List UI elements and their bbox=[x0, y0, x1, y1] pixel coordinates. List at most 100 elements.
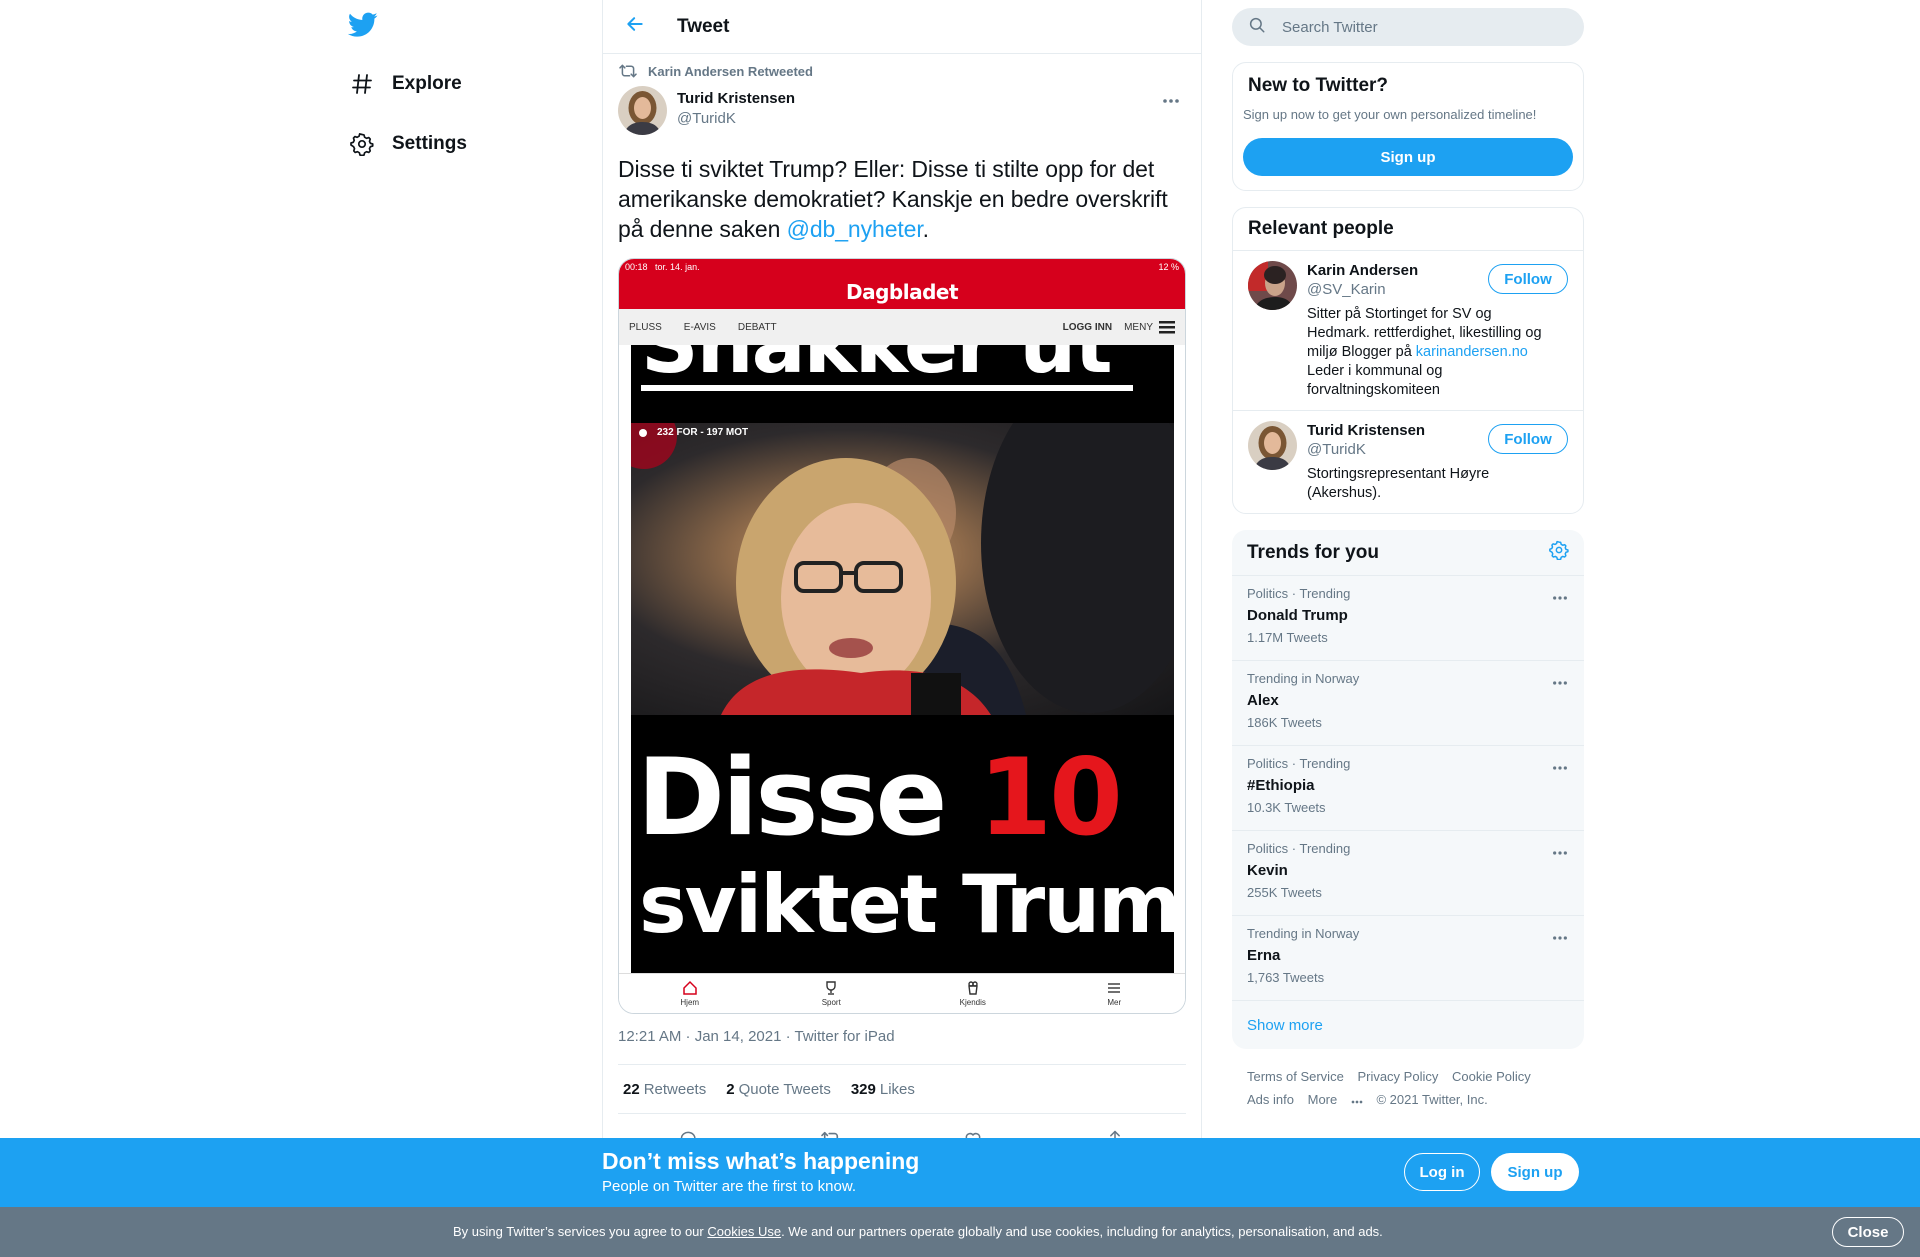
person-bio-link[interactable]: karinandersen.no bbox=[1416, 344, 1528, 360]
image-headline-sub: sviktet Trump bbox=[639, 858, 1174, 951]
retweet-icon bbox=[618, 63, 638, 79]
image-menu-item: DEBATT bbox=[737, 321, 777, 333]
search-icon bbox=[1248, 16, 1266, 39]
person-bio: Stortingsrepresentant Høyre (Akershus). bbox=[1307, 466, 1490, 501]
image-menu-label: MENY bbox=[1124, 321, 1153, 333]
image-article: Snakker ut bbox=[631, 345, 1174, 975]
show-more-link[interactable]: Show more bbox=[1232, 1001, 1584, 1049]
image-tab-label: Hjem bbox=[680, 998, 700, 1007]
likes-stat[interactable]: 329 Likes bbox=[851, 1081, 915, 1098]
image-headline-top: Snakker ut bbox=[641, 345, 1113, 385]
nav-explore[interactable]: Explore bbox=[348, 64, 462, 104]
trend-item[interactable]: Politics · Trending #Ethiopia 10.3K Twee… bbox=[1232, 746, 1584, 831]
person-item[interactable]: Karin Andersen @SV_Karin Sitter på Stort… bbox=[1233, 251, 1583, 411]
more-icon bbox=[1162, 91, 1180, 109]
tweet-source: Twitter for iPad bbox=[794, 1028, 895, 1045]
author-handle[interactable]: @TuridK bbox=[677, 109, 795, 129]
image-tab-label: Mer bbox=[1107, 998, 1122, 1007]
hamburger-icon bbox=[1159, 321, 1175, 334]
relevant-people-title: Relevant people bbox=[1233, 208, 1583, 251]
trend-count: 255K Tweets bbox=[1247, 885, 1322, 900]
trend-item[interactable]: Trending in Norway Alex 186K Tweets bbox=[1232, 661, 1584, 746]
trend-context: Politics · Trending bbox=[1247, 841, 1351, 856]
trends-header: Trends for you bbox=[1232, 530, 1584, 576]
new-to-twitter-card: New to Twitter? Sign up now to get your … bbox=[1232, 62, 1584, 191]
more-icon[interactable] bbox=[1552, 588, 1568, 606]
back-button[interactable] bbox=[615, 7, 655, 47]
retweets-stat[interactable]: 22 Retweets bbox=[623, 1081, 706, 1098]
promo-subtitle: People on Twitter are the first to know. bbox=[602, 1178, 857, 1195]
popcorn-icon bbox=[967, 981, 978, 995]
trend-context: Trending in Norway bbox=[1247, 671, 1360, 686]
trends-settings-gear-icon[interactable] bbox=[1549, 540, 1569, 565]
mention-link[interactable]: @db_nyheter bbox=[787, 216, 923, 242]
trend-name: #Ethiopia bbox=[1247, 777, 1315, 794]
search-box[interactable] bbox=[1232, 8, 1584, 46]
trend-count: 186K Tweets bbox=[1247, 715, 1322, 730]
more-icon[interactable] bbox=[1552, 843, 1568, 861]
privacy-link[interactable]: Privacy Policy bbox=[1357, 1069, 1438, 1084]
trend-count: 1.17M Tweets bbox=[1247, 630, 1328, 645]
twitter-logo-icon[interactable] bbox=[347, 12, 378, 42]
ads-info-link[interactable]: Ads info bbox=[1247, 1092, 1294, 1107]
promo-title: Don’t miss what’s happening bbox=[602, 1148, 920, 1174]
gear-icon bbox=[348, 130, 376, 158]
close-cookie-button[interactable]: Close bbox=[1832, 1217, 1904, 1247]
quotes-count: 2 bbox=[726, 1080, 735, 1098]
image-headline-underline bbox=[641, 385, 1133, 391]
terms-link[interactable]: Terms of Service bbox=[1247, 1069, 1344, 1084]
more-link[interactable]: More bbox=[1308, 1092, 1363, 1107]
tweet-text-end: . bbox=[922, 216, 929, 242]
person-item[interactable]: Turid Kristensen @TuridK Stortingsrepres… bbox=[1233, 411, 1583, 513]
more-icon[interactable] bbox=[1552, 673, 1568, 691]
trend-context: Trending in Norway bbox=[1247, 926, 1360, 941]
image-vote-badge: 232 FOR - 197 MOT bbox=[639, 427, 748, 438]
avatar[interactable] bbox=[1248, 261, 1297, 310]
trend-item[interactable]: Trending in Norway Erna 1,763 Tweets bbox=[1232, 916, 1584, 1001]
more-icon[interactable] bbox=[1552, 928, 1568, 946]
follow-button[interactable]: Follow bbox=[1488, 264, 1568, 294]
trend-item[interactable]: Politics · Trending Donald Trump 1.17M T… bbox=[1232, 576, 1584, 661]
nav-settings[interactable]: Settings bbox=[348, 124, 467, 164]
cookie-link[interactable]: Cookie Policy bbox=[1452, 1069, 1531, 1084]
cookie-text-after: . We and our partners operate globally a… bbox=[781, 1224, 1383, 1239]
tweet: Karin Andersen Retweeted Turid Kristense… bbox=[603, 56, 1201, 1164]
trend-name: Kevin bbox=[1247, 862, 1288, 879]
tweet-timestamp[interactable]: 12:21 AM · Jan 14, 2021 bbox=[618, 1028, 781, 1045]
menu-icon bbox=[1108, 983, 1121, 993]
quotes-stat[interactable]: 2 Quote Tweets bbox=[726, 1081, 831, 1098]
cookies-use-link[interactable]: Cookies Use bbox=[707, 1224, 781, 1239]
login-button[interactable]: Log in bbox=[1404, 1153, 1480, 1191]
image-headline-number: 10 bbox=[978, 736, 1123, 859]
search-input[interactable] bbox=[1282, 18, 1542, 36]
trend-item[interactable]: Politics · Trending Kevin 255K Tweets bbox=[1232, 831, 1584, 916]
trends-title: Trends for you bbox=[1247, 541, 1379, 563]
more-icon[interactable] bbox=[1552, 758, 1568, 776]
author-name[interactable]: Turid Kristensen bbox=[677, 89, 795, 109]
image-menu-item: E-AVIS bbox=[683, 321, 716, 333]
sidebar-signup-button[interactable]: Sign up bbox=[1243, 138, 1573, 176]
new-to-twitter-title: New to Twitter? bbox=[1248, 75, 1389, 96]
image-status-time: 00:18 bbox=[625, 262, 648, 272]
likes-label: Likes bbox=[879, 1080, 915, 1098]
image-tab-label: Sport bbox=[821, 998, 841, 1007]
image-menu-item: PLUSS bbox=[629, 321, 662, 333]
avatar[interactable] bbox=[1248, 421, 1297, 470]
image-photo: 232 FOR - 197 MOT bbox=[631, 423, 1174, 715]
image-brand: Dagbladet bbox=[845, 280, 959, 304]
login-promo-bar: Don’t miss what’s happening People on Tw… bbox=[0, 1138, 1920, 1207]
signup-button[interactable]: Sign up bbox=[1491, 1153, 1579, 1191]
image-menu-bar: PLUSS E-AVIS DEBATT LOGG INN MENY bbox=[619, 309, 1185, 345]
follow-button[interactable]: Follow bbox=[1488, 424, 1568, 454]
retweeted-by[interactable]: Karin Andersen Retweeted bbox=[648, 64, 813, 79]
tweet-more-button[interactable] bbox=[1156, 90, 1186, 110]
cookie-text-before: By using Twitter’s services you agree to… bbox=[453, 1224, 708, 1239]
avatar[interactable] bbox=[618, 86, 667, 135]
tweet-image[interactable]: 00:18 tor. 14. jan. 12 % Dagbladet PLUSS… bbox=[618, 258, 1186, 1014]
quotes-label: Quote Tweets bbox=[738, 1080, 831, 1098]
trends-card: Trends for you Politics · Trending Donal… bbox=[1232, 530, 1584, 1049]
image-headline-a: Disse bbox=[637, 736, 979, 859]
more-link-label: More bbox=[1307, 1092, 1338, 1107]
retweets-label: Retweets bbox=[643, 1080, 707, 1098]
image-vote-text: 232 FOR - 197 MOT bbox=[657, 427, 749, 438]
